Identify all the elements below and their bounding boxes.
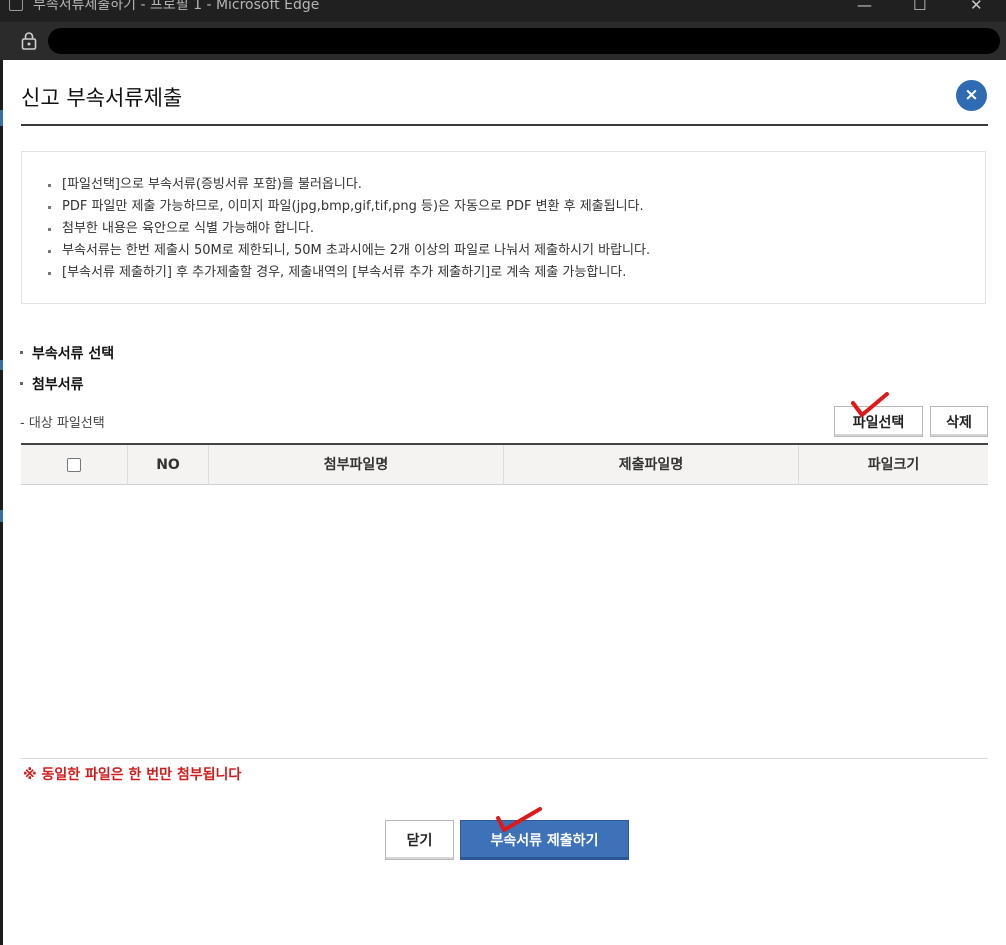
file-list-body[interactable]	[21, 485, 988, 757]
table-bottom-divider	[21, 758, 988, 759]
address-bar	[0, 22, 1006, 60]
background-window-edge	[0, 60, 3, 945]
submit-button[interactable]: 부속서류 제출하기	[460, 820, 629, 860]
browser-title-bar: 부속서류제출하기 - 프로필 1 - Microsoft Edge — ☐ ✕	[0, 0, 1006, 22]
close-button[interactable]: 닫기	[385, 820, 454, 860]
url-field[interactable]	[48, 28, 1000, 54]
col-file-size: 파일크기	[867, 457, 920, 473]
col-attach-name: 첨부파일명	[209, 445, 504, 485]
red-checkmark-icon	[851, 392, 889, 417]
section-title-attach: 첨부서류	[20, 374, 84, 394]
guide-item: 첨부한 내용은 육안으로 식별 가능해야 합니다.	[48, 218, 985, 240]
page-icon	[9, 0, 23, 11]
col-no: NO	[128, 445, 209, 485]
window-title: 부속서류제출하기 - 프로필 1 - Microsoft Edge	[33, 0, 320, 13]
duplicate-notice: ※ 동일한 파일은 한 번만 첨부됩니다	[23, 767, 242, 783]
title-divider	[21, 124, 988, 126]
minimize-button[interactable]: —	[857, 0, 872, 14]
lock-icon[interactable]	[21, 31, 37, 51]
target-file-label: - 대상 파일선택	[20, 416, 105, 431]
red-checkmark-icon	[496, 807, 542, 832]
select-all-checkbox[interactable]	[67, 458, 81, 472]
guide-item: PDF 파일만 제출 가능하므로, 이미지 파일(jpg,bmp,gif,tif…	[48, 196, 985, 218]
col-submit-name: 제출파일명	[504, 445, 799, 485]
guide-item: [부속서류 제출하기] 후 추가제출할 경우, 제출내역의 [부속서류 추가 제…	[48, 262, 985, 284]
dialog-title: 신고 부속서류제출	[21, 86, 183, 110]
close-icon: ×	[964, 85, 979, 105]
guide-box: [파일선택]으로 부속서류(증빙서류 포함)를 불러옵니다. PDF 파일만 제…	[21, 151, 986, 304]
window-close-button[interactable]: ✕	[970, 0, 983, 14]
dialog-close-button[interactable]: ×	[956, 80, 987, 111]
maximize-button[interactable]: ☐	[913, 0, 926, 14]
delete-button[interactable]: 삭제	[930, 406, 988, 437]
guide-list: [파일선택]으로 부속서류(증빙서류 포함)를 불러옵니다. PDF 파일만 제…	[22, 152, 985, 284]
file-table-header: NO 첨부파일명 제출파일명 파일크기	[21, 443, 988, 485]
guide-item: 부속서류는 한번 제출시 50M로 제한되니, 50M 초과시에는 2개 이상의…	[48, 240, 985, 262]
select-all-cell	[21, 445, 128, 485]
guide-item: [파일선택]으로 부속서류(증빙서류 포함)를 불러옵니다.	[48, 174, 985, 196]
section-title-select: 부속서류 선택	[20, 343, 114, 363]
